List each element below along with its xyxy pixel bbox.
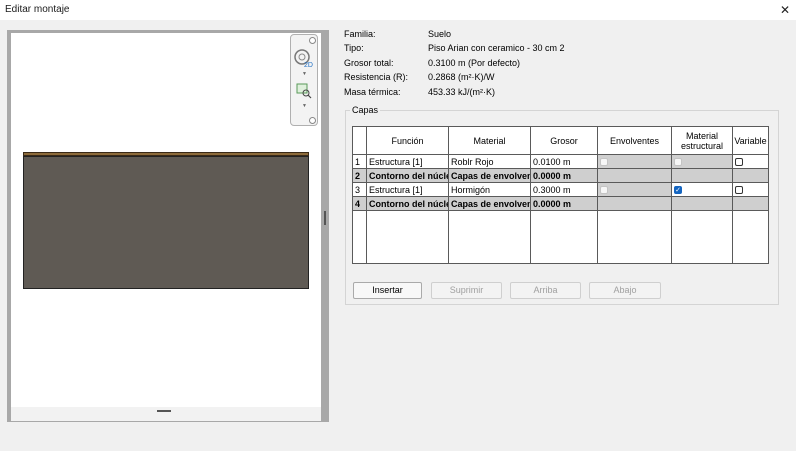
cell-funcion[interactable]: Contorno del núcleo [366,196,449,211]
insert-button[interactable]: Insertar [353,282,422,299]
cell-variable[interactable] [732,182,769,197]
total-thickness-value: 0.3100 m (Por defecto) [428,58,521,68]
material-estructural-checkbox[interactable]: ✓ [674,186,682,195]
cell-material-estructural[interactable]: ✓ [671,182,733,197]
view-cube-icon[interactable]: 2D [293,47,315,69]
delete-button[interactable]: Suprimir [431,282,502,299]
cell-variable[interactable] [732,154,769,169]
cell-funcion[interactable]: Estructura [1] [366,182,449,197]
cell-grosor[interactable]: 0.3000 m [530,182,598,197]
cell-envolventes [597,182,672,197]
table-header-row: Función Material Grosor Envolventes Mate… [352,126,769,155]
thermal-mass-label: Masa térmica: [344,87,401,97]
envolventes-checkbox [600,158,608,167]
cell-funcion[interactable]: Contorno del núcleo [366,168,449,183]
row-number[interactable]: 2 [352,168,367,183]
navbar-options-icon[interactable] [309,117,316,124]
cell-material[interactable]: Capas de envolvente [448,196,531,211]
family-value: Suelo [428,29,452,39]
row-number[interactable]: 1 [352,154,367,169]
cell-grosor[interactable]: 0.0100 m [530,154,598,169]
structure-layer-section [23,156,309,289]
empty-cell [671,210,733,264]
table-row[interactable]: 4 Contorno del núcleo Capas de envolvent… [352,196,769,211]
cell-grosor[interactable]: 0.0000 m [530,196,598,211]
up-button[interactable]: Arriba [510,282,581,299]
column-header-material-estructural[interactable]: Material estructural [671,126,733,155]
column-header-material-estructural-line1: Material [685,130,718,141]
cell-material[interactable]: Roblr Rojo [448,154,531,169]
empty-cell [530,210,598,264]
cell-envolventes [597,154,672,169]
column-header-variable[interactable]: Variable [732,126,769,155]
column-header-material[interactable]: Material [448,126,531,155]
type-label: Tipo: [344,43,364,53]
row-number[interactable]: 3 [352,182,367,197]
chevron-down-icon[interactable]: ▼ [302,71,307,77]
variable-checkbox[interactable] [735,158,743,167]
table-row[interactable]: 2 Contorno del núcleo Capas de envolvent… [352,168,769,183]
empty-cell [732,210,769,264]
window-title: Editar montaje [5,4,70,15]
type-value: Piso Arian con ceramico - 30 cm 2 [428,43,565,53]
total-thickness-label: Grosor total: [344,58,394,68]
horizontal-resize-handle[interactable] [157,410,171,412]
cell-material-estructural [671,154,733,169]
cell-funcion[interactable]: Estructura [1] [366,154,449,169]
layers-group-label: Capas [350,105,381,115]
cell-material-estructural [671,196,733,211]
table-row[interactable]: 1 Estructura [1] Roblr Rojo 0.0100 m [352,154,769,169]
cell-variable [732,168,769,183]
cell-grosor[interactable]: 0.0000 m [530,168,598,183]
empty-row [352,210,769,264]
thermal-mass-value: 453.33 kJ/(m²·K) [428,87,496,97]
empty-cell [366,210,449,264]
close-icon[interactable]: ✕ [774,0,796,20]
cell-envolventes [597,168,672,183]
layers-table: Función Material Grosor Envolventes Mate… [352,126,769,264]
material-estructural-checkbox [674,158,682,167]
cell-material[interactable]: Capas de envolvente [448,168,531,183]
empty-cell [597,210,672,264]
down-button[interactable]: Abajo [589,282,661,299]
resistance-value: 0.2868 (m²·K)/W [428,72,495,82]
cell-variable [732,196,769,211]
empty-cell [352,210,367,264]
chevron-down-icon[interactable]: ▼ [302,103,307,109]
row-number[interactable]: 4 [352,196,367,211]
envolventes-checkbox [600,186,608,195]
column-header-grosor[interactable]: Grosor [530,126,598,155]
title-bar: Editar montaje ✕ [0,0,796,20]
cell-envolventes [597,196,672,211]
row-number-header [352,126,367,155]
table-row[interactable]: 3 Estructura [1] Hormigón 0.3000 m ✓ [352,182,769,197]
family-label: Familia: [344,29,376,39]
empty-cell [448,210,531,264]
cell-material-estructural [671,168,733,183]
column-header-funcion[interactable]: Función [366,126,449,155]
close-navbar-icon[interactable] [309,37,316,44]
resistance-label: Resistencia (R): [344,72,409,82]
column-header-envolventes[interactable]: Envolventes [597,126,672,155]
cell-material[interactable]: Hormigón [448,182,531,197]
vertical-resize-handle[interactable] [324,211,326,225]
navigation-bar: 2D ▼ ▼ [290,34,318,126]
variable-checkbox[interactable] [735,186,743,195]
2d-badge: 2D [304,62,313,69]
column-header-material-estructural-line2: estructural [680,140,724,151]
zoom-region-icon[interactable] [296,83,312,99]
